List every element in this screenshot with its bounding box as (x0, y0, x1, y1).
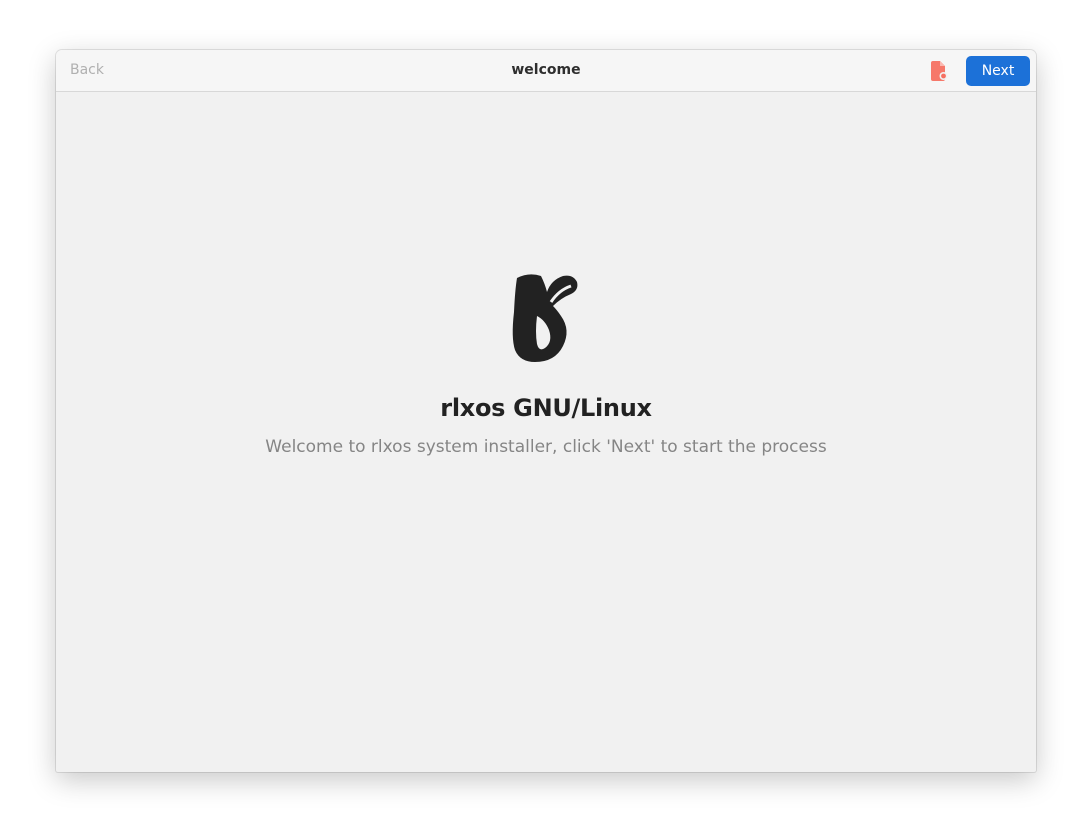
rlxos-logo (512, 274, 578, 362)
header-bar: Back welcome Next (56, 50, 1036, 92)
welcome-page: rlxos GNU/Linux Welcome to rlxos system … (56, 92, 1036, 772)
window-title: welcome (511, 62, 581, 78)
installer-window: Back welcome Next rlxos GNU/Linux Welcom… (56, 50, 1036, 772)
next-button[interactable]: Next (966, 56, 1030, 86)
welcome-message: Welcome to rlxos system installer, click… (265, 437, 827, 457)
app-title: rlxos GNU/Linux (440, 394, 652, 422)
document-bug-icon (931, 61, 948, 81)
report-bug-button[interactable] (928, 60, 950, 82)
